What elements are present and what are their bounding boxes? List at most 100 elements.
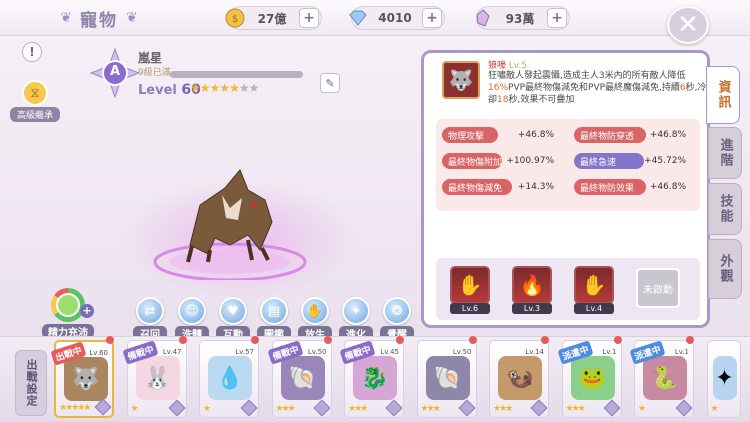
flame-palm-icon: ✋ bbox=[574, 266, 614, 304]
skill-slot-1[interactable]: ✋ Lv.6 bbox=[450, 266, 492, 316]
stat-row: 最終物傷附加 +100.97% bbox=[442, 153, 562, 169]
awaken-icon: ❂ bbox=[383, 297, 411, 325]
pet-card[interactable]: 🐺 Lv.60 出戰中 ★★★★★ bbox=[50, 340, 114, 418]
skill-slot-3[interactable]: ✋ Lv.4 bbox=[574, 266, 616, 316]
pet-card[interactable]: 🐉 Lv.45 備戰中 ★★★ bbox=[339, 340, 404, 418]
pet-card-stars: ★★★★★ bbox=[59, 403, 91, 413]
unactivated-slot[interactable]: 未啟動 bbox=[636, 268, 680, 308]
pet-portrait: 🐸 bbox=[570, 356, 615, 400]
name-bar bbox=[170, 71, 303, 78]
notification-dot bbox=[251, 336, 259, 344]
tab-appearance[interactable]: 外觀 bbox=[708, 239, 742, 299]
pet-card[interactable]: 🦦 Lv.14 ★★★ bbox=[489, 340, 549, 418]
pet-card[interactable]: ✦ ★ bbox=[706, 340, 741, 418]
close-icon[interactable]: ✕ bbox=[667, 6, 709, 44]
skill-description: 狂嘯敵人發起震懾,造成主人3米內的所有敵人降低 16%PVP最終物傷減免和PVP最… bbox=[488, 70, 708, 106]
heart-icon: ♥ bbox=[219, 297, 247, 325]
stat-row: 最終物傷減免 +14.3% bbox=[442, 179, 562, 195]
pet-card-level: Lv.14 bbox=[525, 348, 544, 356]
rank-emblem: A bbox=[89, 47, 141, 99]
pet-card-stars: ★★★ bbox=[348, 404, 368, 414]
dna-icon: ⧖ bbox=[22, 80, 48, 106]
interact-button[interactable]: ♥互動 bbox=[216, 297, 250, 341]
rank-gem-icon bbox=[458, 399, 475, 417]
codex-button[interactable]: ▤圖鑑 bbox=[257, 297, 291, 341]
notification-dot bbox=[396, 336, 404, 344]
pet-screen: ❦ 寵物 ❦ $ 27億 + 4010 + 93萬 + ✕ ! ⧖ 高級繼承 A… bbox=[0, 0, 750, 422]
gold-value: 27億 bbox=[257, 11, 287, 26]
pet-card[interactable]: 🐰 Lv.47 備戰中 ★ bbox=[121, 340, 187, 418]
stat-row: 最終急速 +45.72% bbox=[574, 153, 694, 169]
notification-dot bbox=[178, 336, 187, 344]
pet-card-level: Lv.47 bbox=[162, 348, 182, 356]
edit-name-icon[interactable]: ✎ bbox=[320, 73, 340, 93]
desc-part: 秒,效果不可疊加 bbox=[508, 95, 575, 105]
pet-portrait: 🐰 bbox=[135, 356, 180, 400]
deploy-settings-button[interactable]: 出戰設定 bbox=[15, 350, 47, 416]
fire-up-icon: 🔥 bbox=[512, 266, 552, 304]
add-energy-icon[interactable]: + bbox=[80, 304, 94, 318]
evolve-button[interactable]: ✦進化 bbox=[339, 297, 373, 341]
currency-gold: $ 27億 + bbox=[225, 6, 322, 30]
rank-gem-icon bbox=[675, 399, 693, 417]
notification-dot bbox=[468, 336, 477, 344]
tab-info[interactable]: 資訊 bbox=[706, 66, 740, 124]
pet-portrait: 🐉 bbox=[353, 356, 397, 400]
star-icon: ★ bbox=[209, 81, 221, 95]
awaken-button[interactable]: ❂覺醒 bbox=[380, 297, 414, 341]
desc-highlight: 18 bbox=[497, 95, 509, 105]
rank-gem-icon bbox=[603, 399, 620, 417]
reroll-button[interactable]: ☺洗髓 bbox=[175, 297, 209, 341]
pet-card-stars: ★ bbox=[710, 404, 719, 414]
recall-button[interactable]: ⇄召回 bbox=[133, 297, 167, 341]
advanced-inherit-button[interactable]: ⧖ 高級繼承 bbox=[10, 80, 60, 122]
stat-row: 最終物防效果 +46.8% bbox=[574, 179, 694, 195]
rank-gem-icon bbox=[530, 399, 548, 417]
desc-part: 狂嘯敵人發起震懾,造成主人3米內的所有敵人降低 bbox=[488, 71, 686, 81]
stat-row: 物理攻擊 +46.8% bbox=[442, 127, 562, 143]
stat-value: +46.8% bbox=[649, 182, 686, 192]
add-diamond-button[interactable]: + bbox=[422, 8, 442, 28]
release-icon: ✋ bbox=[301, 297, 329, 325]
currency-crystal: 93萬 + bbox=[476, 6, 570, 30]
pet-card[interactable]: 🐍 Lv.1 派遣中 ★ bbox=[629, 340, 694, 418]
pet-model[interactable] bbox=[130, 150, 330, 282]
notification-dot bbox=[106, 336, 114, 344]
flame-hand-icon: ✋ bbox=[450, 266, 490, 304]
energy-face-icon bbox=[51, 288, 85, 322]
diamond-value: 4010 bbox=[378, 11, 412, 25]
pet-card[interactable]: 🐸 Lv.1 派遣中 ★★★ bbox=[556, 340, 622, 418]
rank-gem-icon bbox=[313, 399, 330, 417]
notification-dot bbox=[541, 336, 549, 344]
stat-name: 物理攻擊 bbox=[442, 127, 498, 143]
stat-value: +100.97% bbox=[506, 156, 554, 166]
info-icon[interactable]: ! bbox=[22, 42, 42, 62]
pet-card[interactable]: 💧 Lv.57 ★ bbox=[199, 340, 259, 418]
skill-slot-2[interactable]: 🔥 Lv.3 bbox=[512, 266, 554, 316]
pet-portrait: 🐍 bbox=[643, 356, 687, 400]
page-title: 寵物 bbox=[80, 10, 118, 31]
rank-gem-icon bbox=[94, 398, 112, 416]
pet-portrait: ✦ bbox=[712, 356, 737, 400]
rank-gem-icon bbox=[385, 399, 403, 417]
pet-card-stars: ★ bbox=[638, 404, 646, 414]
pet-card[interactable]: 🐚 Lv.50 備戰中 ★★★ bbox=[266, 340, 332, 418]
reroll-icon: ☺ bbox=[178, 297, 206, 325]
pet-card[interactable]: 🐚 Lv.50 ★★★ bbox=[416, 340, 477, 418]
pet-portrait: 🐚 bbox=[425, 356, 470, 400]
desc-highlight: 16% bbox=[488, 83, 509, 93]
wing-left-icon: ❦ bbox=[60, 10, 72, 26]
add-crystal-button[interactable]: + bbox=[547, 8, 567, 28]
stat-value: +14.3% bbox=[517, 182, 554, 192]
wolf-howl-skill-icon[interactable]: 🐺 bbox=[442, 61, 480, 99]
book-icon: ▤ bbox=[260, 297, 288, 325]
currency-diamond: 4010 + bbox=[349, 6, 445, 30]
release-button[interactable]: ✋放生 bbox=[298, 297, 332, 341]
rank-letter: A bbox=[109, 64, 121, 79]
tab-advance[interactable]: 進階 bbox=[708, 127, 742, 179]
add-gold-button[interactable]: + bbox=[299, 8, 319, 28]
energy-status[interactable]: + 精力充沛 bbox=[42, 288, 94, 339]
stat-value: +46.8% bbox=[517, 130, 554, 140]
tab-skills[interactable]: 技能 bbox=[708, 183, 742, 235]
rank-gem-icon bbox=[240, 399, 258, 417]
